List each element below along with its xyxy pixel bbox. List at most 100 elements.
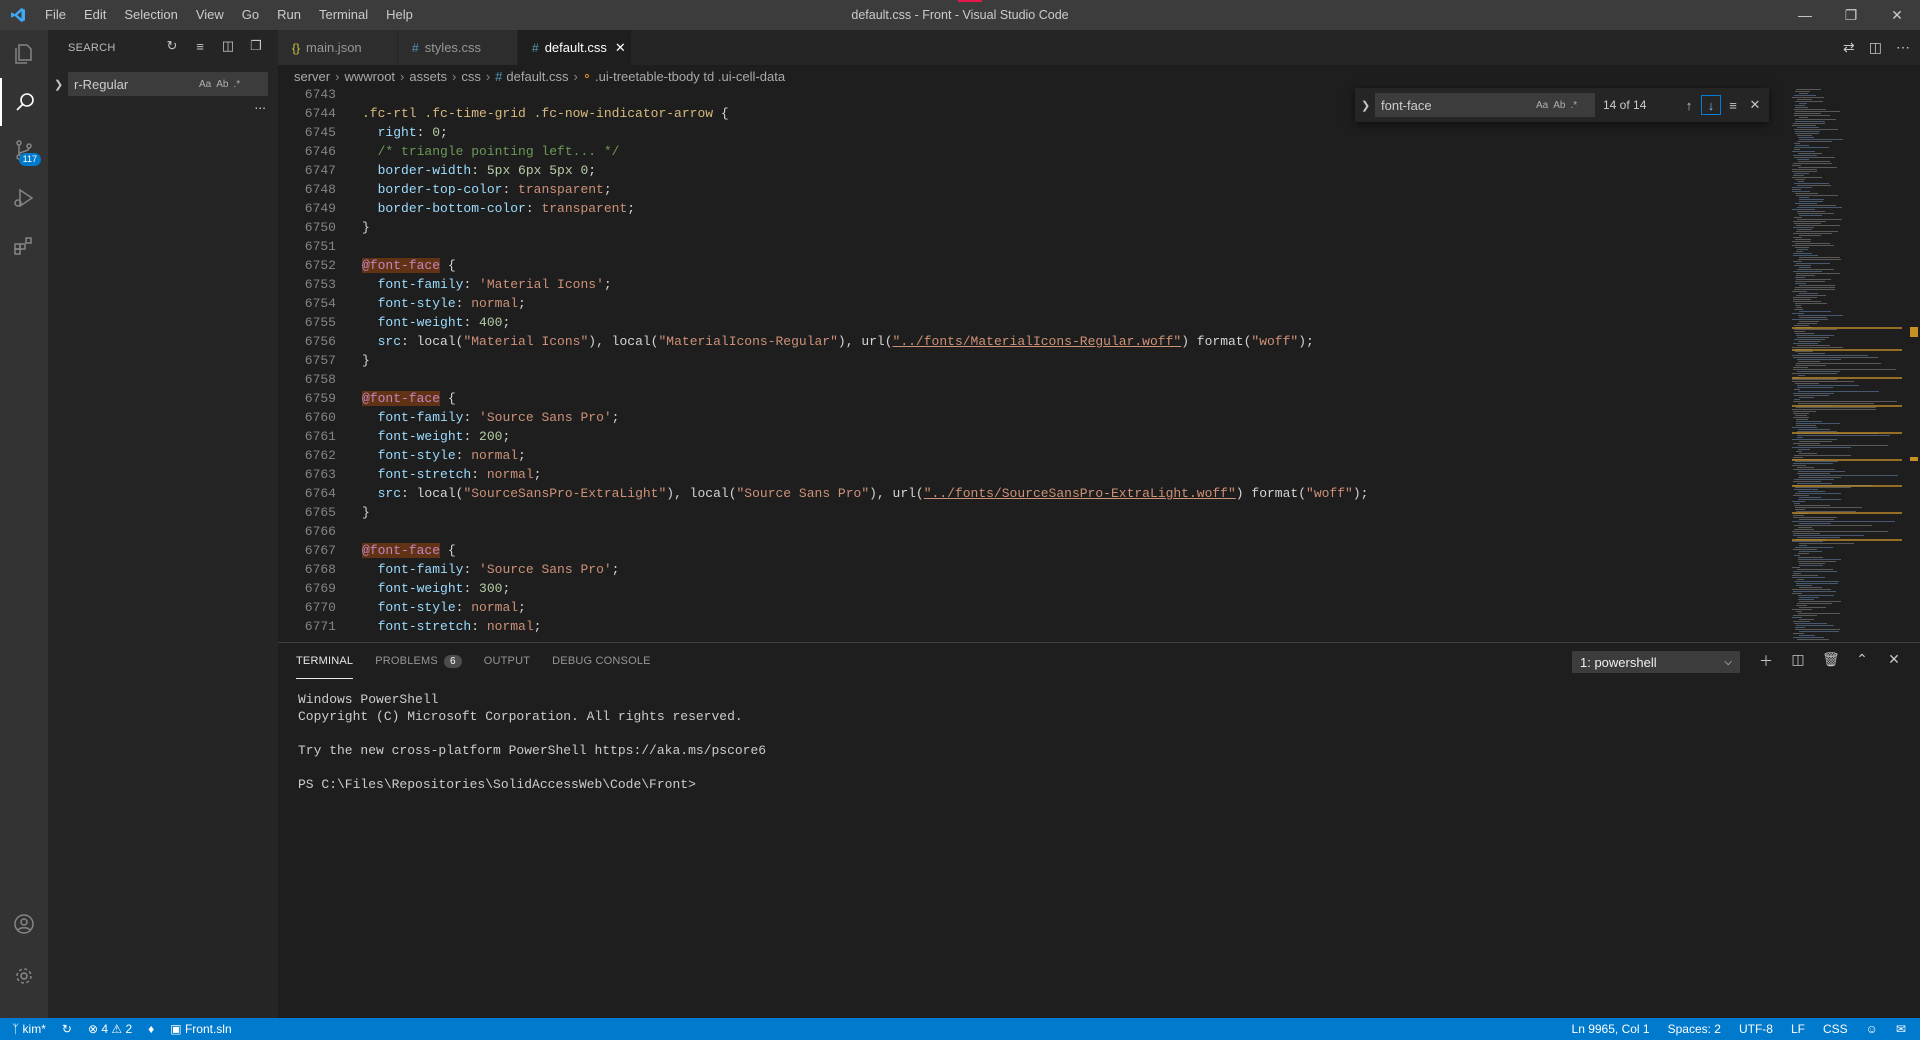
- regex-icon[interactable]: .*: [233, 79, 240, 90]
- tab-output[interactable]: OUTPUT: [484, 643, 530, 679]
- tab-problems[interactable]: PROBLEMS 6: [375, 643, 462, 679]
- tab-styles-css[interactable]: # styles.css: [398, 30, 518, 65]
- search-icon[interactable]: [0, 78, 48, 126]
- code-line[interactable]: 6753 font-family: 'Material Icons';: [278, 275, 1788, 294]
- breadcrumb-item[interactable]: default.css: [506, 69, 568, 84]
- code-line[interactable]: 6752 @font-face {: [278, 256, 1788, 275]
- code-line[interactable]: 6770 font-style: normal;: [278, 598, 1788, 617]
- restore-icon[interactable]: ❐: [1828, 0, 1874, 30]
- terminal-select[interactable]: 1: powershell ⌵: [1572, 651, 1740, 673]
- code-line[interactable]: 6751: [278, 237, 1788, 256]
- split-terminal-icon[interactable]: ◫: [1790, 651, 1806, 671]
- tab-default-css[interactable]: # default.css ✕: [518, 30, 632, 65]
- bell-icon[interactable]: ✉: [1896, 1022, 1906, 1036]
- code-line[interactable]: 6767 @font-face {: [278, 541, 1788, 560]
- refresh-icon[interactable]: ↻: [164, 38, 180, 54]
- gear-icon[interactable]: [0, 952, 48, 1000]
- code-line[interactable]: 6761 font-weight: 200;: [278, 427, 1788, 446]
- menu-go[interactable]: Go: [233, 0, 268, 30]
- new-search-editor-icon[interactable]: ◫: [220, 38, 236, 54]
- arrow-up-icon[interactable]: ↑: [1679, 95, 1699, 115]
- terminal-output[interactable]: Windows PowerShell Copyright (C) Microso…: [298, 691, 766, 793]
- breadcrumb-item[interactable]: assets: [409, 69, 447, 84]
- code-line[interactable]: 6755 font-weight: 400;: [278, 313, 1788, 332]
- match-word-icon[interactable]: Ab: [1553, 100, 1565, 111]
- split-editor-icon[interactable]: ◫: [1869, 39, 1882, 56]
- breadcrumb-item[interactable]: css: [461, 69, 481, 84]
- indentation[interactable]: Spaces: 2: [1668, 1022, 1721, 1036]
- account-icon[interactable]: [0, 900, 48, 948]
- collapse-all-icon[interactable]: ❐: [248, 38, 264, 54]
- solution-status[interactable]: ▣ Front.sln: [170, 1022, 231, 1036]
- encoding[interactable]: UTF-8: [1739, 1022, 1773, 1036]
- breadcrumb-item[interactable]: wwwroot: [344, 69, 395, 84]
- end-of-line[interactable]: LF: [1791, 1022, 1805, 1036]
- code-line[interactable]: 6745 right: 0;: [278, 123, 1788, 142]
- arrow-down-icon[interactable]: ↓: [1701, 95, 1721, 115]
- code-line[interactable]: 6746 /* triangle pointing left... */: [278, 142, 1788, 161]
- extensions-icon[interactable]: [0, 222, 48, 270]
- clear-results-icon[interactable]: ≡: [192, 38, 208, 54]
- branch-status[interactable]: ᛉ kim*: [12, 1022, 46, 1036]
- chevron-right-icon[interactable]: ❯: [54, 78, 68, 91]
- code-line[interactable]: 6765}: [278, 503, 1788, 522]
- maximize-panel-icon[interactable]: ⌃: [1854, 651, 1870, 671]
- match-word-icon[interactable]: Ab: [216, 79, 228, 90]
- new-terminal-icon[interactable]: ＋: [1758, 651, 1774, 671]
- menu-edit[interactable]: Edit: [75, 0, 115, 30]
- find-input[interactable]: [1381, 97, 1531, 113]
- code-line[interactable]: 6748 border-top-color: transparent;: [278, 180, 1788, 199]
- minimize-icon[interactable]: —: [1782, 0, 1828, 30]
- code-line[interactable]: 6771 font-stretch: normal;: [278, 617, 1788, 636]
- breadcrumb-item[interactable]: server: [294, 69, 330, 84]
- close-panel-icon[interactable]: ✕: [1886, 651, 1902, 671]
- tab-terminal[interactable]: TERMINAL: [296, 643, 354, 679]
- code-line[interactable]: 6763 font-stretch: normal;: [278, 465, 1788, 484]
- code-editor[interactable]: 6743 6744 .fc-rtl .fc-time-grid .fc-now-in…: [278, 87, 1788, 642]
- vertical-scrollbar[interactable]: [1908, 87, 1920, 642]
- code-line[interactable]: 6758: [278, 370, 1788, 389]
- match-case-icon[interactable]: Aa: [1536, 100, 1548, 111]
- menu-help[interactable]: Help: [377, 0, 422, 30]
- code-line[interactable]: 6749 border-bottom-color: transparent;: [278, 199, 1788, 218]
- code-line[interactable]: 6768 font-family: 'Source Sans Pro';: [278, 560, 1788, 579]
- problems-status[interactable]: ⊗ 4 ⚠ 2: [88, 1022, 132, 1036]
- code-line[interactable]: 6760 font-family: 'Source Sans Pro';: [278, 408, 1788, 427]
- code-line[interactable]: 6757}: [278, 351, 1788, 370]
- close-tab-icon[interactable]: ✕: [615, 40, 626, 56]
- code-line[interactable]: 6759 @font-face {: [278, 389, 1788, 408]
- menu-terminal[interactable]: Terminal: [310, 0, 377, 30]
- match-case-icon[interactable]: Aa: [199, 79, 211, 90]
- more-options-icon[interactable]: ...: [254, 96, 266, 112]
- more-actions-icon[interactable]: ⋯: [1896, 39, 1910, 56]
- code-line[interactable]: 6747 border-width: 5px 6px 5px 0;: [278, 161, 1788, 180]
- minimap[interactable]: [1788, 87, 1908, 642]
- code-line[interactable]: 6762 font-style: normal;: [278, 446, 1788, 465]
- regex-icon[interactable]: .*: [1570, 100, 1577, 111]
- run-debug-icon[interactable]: [0, 174, 48, 222]
- code-line[interactable]: 6756 src: local("Material Icons"), local…: [278, 332, 1788, 351]
- menu-selection[interactable]: Selection: [115, 0, 186, 30]
- code-line[interactable]: 6764 src: local("SourceSansPro-ExtraLigh…: [278, 484, 1788, 503]
- breadcrumb-item[interactable]: .ui-treetable-tbody td .ui-cell-data: [595, 69, 785, 84]
- explorer-icon[interactable]: [0, 30, 48, 78]
- sync-icon[interactable]: ↻: [62, 1022, 72, 1036]
- feedback-icon[interactable]: ☺: [1866, 1022, 1878, 1036]
- search-input[interactable]: [74, 76, 194, 92]
- tab-main-json[interactable]: {} main.json: [278, 30, 398, 65]
- cursor-position[interactable]: Ln 9965, Col 1: [1572, 1022, 1650, 1036]
- code-line[interactable]: 6769 font-weight: 300;: [278, 579, 1788, 598]
- code-line[interactable]: 6750}: [278, 218, 1788, 237]
- code-line[interactable]: 6754 font-style: normal;: [278, 294, 1788, 313]
- language-mode[interactable]: CSS: [1823, 1022, 1848, 1036]
- open-changes-icon[interactable]: ⇄: [1843, 39, 1855, 56]
- menu-run[interactable]: Run: [268, 0, 310, 30]
- tab-debug-console[interactable]: DEBUG CONSOLE: [552, 643, 651, 679]
- close-icon[interactable]: ✕: [1745, 95, 1765, 115]
- chevron-right-icon[interactable]: ❯: [1361, 99, 1375, 112]
- menu-view[interactable]: View: [187, 0, 233, 30]
- menu-file[interactable]: File: [36, 0, 75, 30]
- code-line[interactable]: 6766: [278, 522, 1788, 541]
- flame-icon[interactable]: ♦: [148, 1022, 154, 1036]
- trash-icon[interactable]: 🗑: [1822, 651, 1840, 671]
